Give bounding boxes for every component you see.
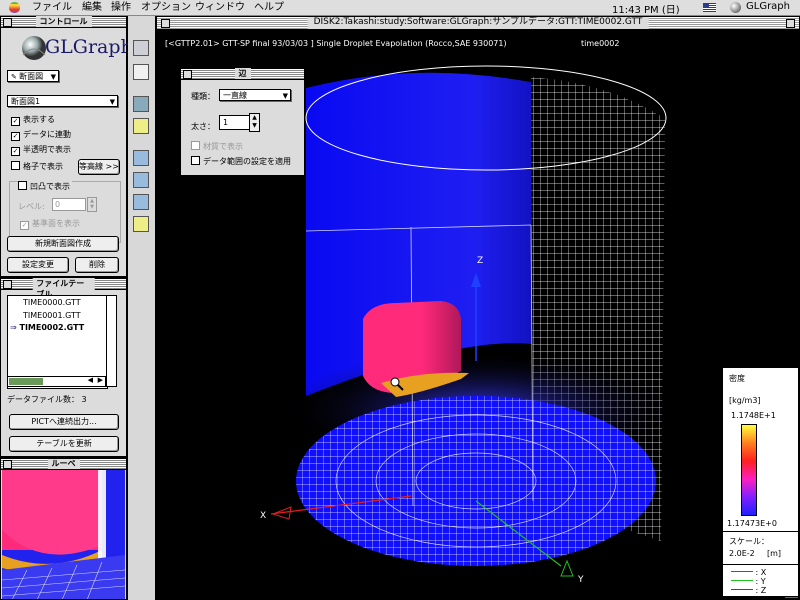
level-label: レベル:	[18, 202, 45, 211]
texture-checkbox[interactable]: 材質で表示	[191, 141, 243, 152]
view-type-popup[interactable]: ✎ 断面図 ▼	[7, 70, 59, 82]
menu-window[interactable]: ウィンドウ	[195, 1, 245, 14]
file-list-vscroll[interactable]	[106, 295, 117, 387]
file-item[interactable]: TIME0001.GTT	[23, 311, 81, 320]
edge-title: 辺	[234, 68, 251, 79]
level-stepper[interactable]: ▲ ▼	[87, 197, 97, 212]
pict-export-button[interactable]: PICTへ連続出力...	[9, 414, 119, 430]
file-item-selected[interactable]: ⇒ TIME0002.GTT	[10, 323, 84, 332]
apple-menu-icon[interactable]	[9, 2, 20, 13]
tool-move-down-icon[interactable]	[133, 194, 149, 210]
edge-settings-panel: 辺 種類： 一直線 ▼ 太さ： 1 ▲ ▼ 材質で表示 データ範囲の設定を適用	[180, 68, 305, 176]
app-menu-name[interactable]: GLGraph	[746, 1, 790, 12]
tool-graph-icon[interactable]	[133, 40, 149, 56]
legend-quantity: 密度	[729, 374, 745, 383]
current-file-arrow-icon: ⇒	[10, 323, 17, 332]
app-icon[interactable]	[730, 2, 741, 13]
legend-panel: 密度 [kg/m3] 1.1748E+1 1.17473E+0 スケール： 2.…	[722, 367, 799, 597]
tool-chart-icon[interactable]	[133, 64, 149, 80]
close-box-icon[interactable]	[3, 18, 12, 27]
scale-value: 2.0E-2	[729, 549, 755, 558]
edge-width-label: 太さ：	[191, 122, 215, 131]
axis-key-x: : X	[731, 568, 766, 577]
logo-text: GLGraph	[45, 36, 133, 58]
scroll-left-arrow-icon[interactable]: ◀	[88, 376, 93, 384]
tool-zoom-icon[interactable]	[133, 216, 149, 232]
menu-help[interactable]: ヘルプ	[254, 1, 284, 14]
edge-width-stepper[interactable]: ▲ ▼	[249, 113, 260, 132]
tool-bar	[128, 16, 156, 600]
legend-min: 1.17473E+0	[727, 519, 777, 528]
scale-unit: [m]	[767, 549, 782, 558]
apply-settings-button[interactable]: 設定変更	[7, 257, 69, 273]
bump-checkbox[interactable]: 凹凸で表示	[18, 181, 72, 192]
legend-colorbar	[741, 424, 757, 516]
apply-range-checkbox[interactable]: データ範囲の設定を適用	[191, 156, 291, 167]
close-box-icon[interactable]	[161, 19, 170, 28]
legend-max: 1.1748E+1	[731, 411, 776, 420]
file-table-titlebar[interactable]: ファイルテーブル	[1, 278, 126, 300]
contour-button[interactable]: 等高線 >>	[78, 159, 120, 175]
file-list-hscroll[interactable]: ◀ ▶	[7, 376, 106, 387]
close-box-icon[interactable]	[183, 70, 192, 79]
scale-label: スケール：	[729, 537, 769, 546]
loupe-view	[2, 470, 125, 599]
data-file-count-label: データファイル数： 3	[7, 395, 87, 404]
zoom-box-icon[interactable]	[786, 19, 795, 28]
tool-cube-icon[interactable]	[133, 96, 149, 112]
level-field[interactable]: 0	[52, 198, 86, 211]
close-box-icon[interactable]	[3, 460, 12, 469]
legend-unit: [kg/m3]	[729, 396, 761, 405]
grid-checkbox[interactable]: 格子で表示	[11, 161, 63, 172]
control-title: コントロール	[35, 16, 92, 27]
control-titlebar[interactable]: コントロール	[1, 16, 126, 28]
scroll-right-arrow-icon[interactable]: ▶	[98, 376, 103, 384]
menu-options[interactable]: オプション	[141, 1, 191, 14]
tool-light-icon[interactable]	[133, 118, 149, 134]
close-box-icon[interactable]	[3, 280, 12, 289]
keyboard-flag-icon[interactable]	[703, 3, 716, 12]
new-section-button[interactable]: 新規断面図作成	[7, 236, 119, 252]
control-palette: コントロール GLGraph ✎ 断面図 ▼ 断面図1 ▼ ✓ 表示する ✓ データに連…	[0, 16, 133, 277]
bump-group: 凹凸で表示 レベル: 0 ▲ ▼ ✓ 基準面を表示	[9, 181, 121, 243]
delete-button[interactable]: 削除	[75, 257, 119, 273]
update-table-button[interactable]: テーブルを更新	[9, 436, 119, 452]
main-title: DISK2:Takashi:study:Software:GLGraph:サンプ…	[307, 17, 649, 29]
menu-file[interactable]: ファイル	[32, 1, 72, 14]
hscroll-thumb[interactable]	[9, 378, 43, 385]
file-list[interactable]: TIME0000.GTT TIME0001.GTT ⇒ TIME0002.GTT	[7, 295, 108, 389]
tool-move-up-icon[interactable]	[133, 172, 149, 188]
base-plane-checkbox[interactable]: ✓ 基準面を表示	[20, 219, 80, 230]
menu-bar: ファイル 編集 操作 オプション ウィンドウ ヘルプ 11:43 PM (日) …	[0, 0, 800, 16]
edge-titlebar[interactable]: 辺	[181, 68, 304, 80]
axis-key-y: : Y	[731, 577, 766, 586]
loupe-titlebar[interactable]: ルーペ	[1, 459, 126, 470]
axis-label-y: Y	[578, 575, 584, 585]
section-popup[interactable]: 断面図1 ▼	[7, 95, 118, 107]
menu-clock: 11:43 PM (日)	[612, 5, 680, 16]
menu-edit[interactable]: 編集	[82, 1, 102, 14]
file-table-palette: ファイルテーブル TIME0000.GTT TIME0001.GTT ⇒ TIM…	[0, 278, 127, 457]
show-checkbox[interactable]: ✓ 表示する	[11, 115, 55, 126]
edge-type-label: 種類：	[191, 92, 215, 101]
loupe-title: ルーペ	[47, 459, 80, 469]
axis-label-z: Z	[477, 256, 484, 266]
axis-label-x: X	[260, 511, 267, 521]
loupe-cursor-icon[interactable]	[390, 377, 400, 387]
edge-type-popup[interactable]: 一直線 ▼	[219, 89, 291, 101]
loupe-palette: ルーペ	[0, 458, 127, 600]
link-data-checkbox[interactable]: ✓ データに連動	[11, 130, 71, 141]
view-type-icon: ✎	[11, 73, 20, 81]
menu-operation[interactable]: 操作	[111, 1, 131, 14]
tool-rotate-icon[interactable]	[133, 150, 149, 166]
glgraph-logo: GLGraph	[19, 33, 133, 63]
translucent-checkbox[interactable]: ✓ 半透明で表示	[11, 145, 71, 156]
file-item[interactable]: TIME0000.GTT	[23, 298, 81, 307]
edge-width-field[interactable]: 1	[219, 115, 250, 130]
axis-key-z: : Z	[731, 586, 766, 595]
